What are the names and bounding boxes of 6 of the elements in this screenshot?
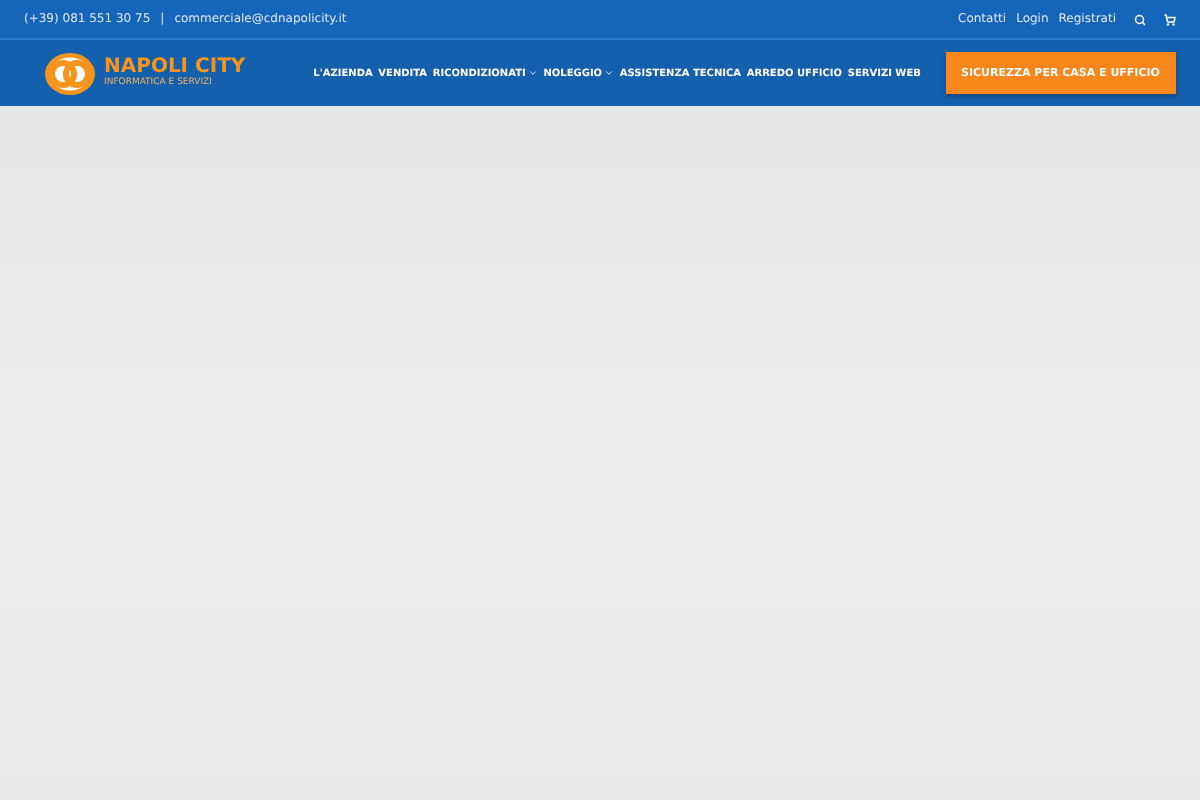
search-icon[interactable]: [1134, 13, 1146, 25]
caret-icon: [604, 68, 615, 78]
cart-icon[interactable]: [1164, 13, 1176, 25]
logo-icon[interactable]: [44, 51, 96, 95]
brand-name: NAPOLI CITY: [104, 58, 246, 78]
caret-icon: [527, 68, 538, 78]
